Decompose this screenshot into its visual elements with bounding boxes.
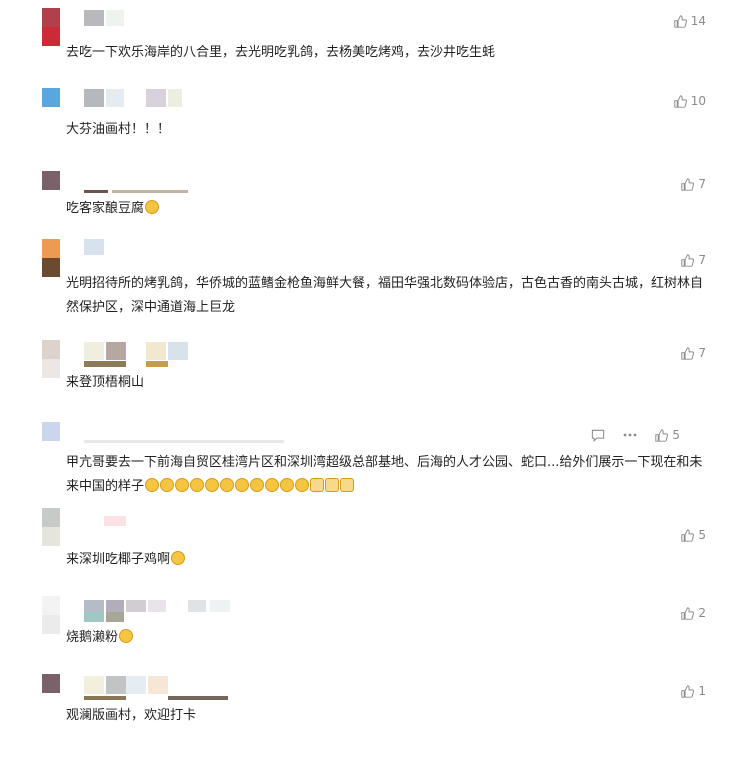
thinking-emoji-icon (250, 478, 265, 492)
comment-text: 甲亢哥要去一下前海自贸区桂湾片区和深圳湾超级总部基地、后海的人才公园、蛇口...… (66, 455, 703, 494)
comment-icon (592, 429, 605, 442)
grin-emoji-icon (190, 478, 205, 492)
cat-emoji-icon (325, 478, 340, 492)
thumbs-up-icon (655, 428, 669, 442)
thumbs-up-icon (681, 528, 695, 542)
cat-emoji-icon (340, 478, 355, 492)
kiss-emoji-icon (295, 478, 310, 492)
like-count: 5 (672, 428, 680, 442)
like-count: 7 (698, 346, 706, 360)
heart-eyes-emoji-icon (119, 629, 134, 643)
reply-button[interactable] (591, 428, 605, 442)
emoji-row (144, 478, 355, 494)
like-count: 7 (698, 177, 706, 191)
thumbs-up-icon (674, 14, 687, 28)
like-count: 7 (698, 253, 706, 267)
comment-text: 烧鹅濑粉 (66, 626, 706, 650)
like-count: 10 (690, 94, 706, 108)
comment-text: 去吃一下欢乐海岸的八合里，去光明吃乳鸽，去杨美吃烤鸡，去沙井吃生蚝 (66, 45, 496, 60)
thumbs-up-icon (681, 177, 695, 191)
thumbs-up-icon (681, 684, 695, 698)
thinking-emoji-icon (171, 551, 186, 565)
like-count: 5 (698, 528, 706, 542)
comment-text: 大芬油画村！！！ (66, 122, 171, 137)
comment-actions: 5 (591, 428, 680, 442)
like-count: 1 (698, 684, 706, 698)
comment-text: 光明招待所的烤乳鸽，华侨城的蓝鳍金枪鱼海鲜大餐，福田华强北数码体验店，古色古香的… (66, 276, 704, 315)
like-count: 14 (690, 14, 706, 28)
comment-text: 来登顶梧桐山 (66, 375, 145, 390)
thumbs-up-icon (681, 346, 695, 360)
like-button[interactable]: 5 (655, 428, 680, 442)
like-button[interactable]: 2 (681, 606, 706, 620)
like-button[interactable]: 1 (681, 684, 706, 698)
like-button[interactable]: 14 (674, 14, 706, 28)
cat-emoji-icon (310, 478, 325, 492)
thinking-emoji-icon (235, 478, 250, 492)
like-button[interactable]: 7 (681, 177, 706, 191)
avatar[interactable] (42, 340, 60, 378)
avatar[interactable] (42, 8, 60, 46)
comment-list: 14 去吃一下欢乐海岸的八合里，去光明吃乳鸽，去杨美吃烤鸡，去沙井吃生蚝 10 … (0, 0, 750, 759)
like-button[interactable]: 7 (681, 253, 706, 267)
avatar[interactable] (42, 674, 60, 712)
avatar[interactable] (42, 88, 60, 126)
avatar[interactable] (42, 171, 60, 209)
kiss-emoji-icon (280, 478, 295, 492)
more-button[interactable] (623, 428, 637, 442)
thumbs-up-icon (674, 94, 687, 108)
more-dots-icon (623, 433, 637, 437)
grin-emoji-icon (175, 478, 190, 492)
grin-emoji-icon (220, 478, 235, 492)
grin-emoji-icon (145, 200, 160, 214)
comment-text: 来深圳吃椰子鸡啊 (66, 548, 706, 572)
grin-emoji-icon (205, 478, 220, 492)
avatar[interactable] (42, 422, 60, 460)
wink-emoji-icon (160, 478, 175, 492)
wink-emoji-icon (145, 478, 160, 492)
avatar[interactable] (42, 508, 60, 546)
comment-text: 吃客家酿豆腐 (66, 197, 706, 221)
like-button[interactable]: 10 (674, 94, 706, 108)
avatar[interactable] (42, 239, 60, 277)
comment-text: 观澜版画村，欢迎打卡 (66, 708, 197, 723)
thumbs-up-icon (681, 606, 695, 620)
kiss-emoji-icon (265, 478, 280, 492)
thumbs-up-icon (681, 253, 695, 267)
avatar[interactable] (42, 596, 60, 634)
like-button[interactable]: 7 (681, 346, 706, 360)
like-count: 2 (698, 606, 706, 620)
like-button[interactable]: 5 (681, 528, 706, 542)
